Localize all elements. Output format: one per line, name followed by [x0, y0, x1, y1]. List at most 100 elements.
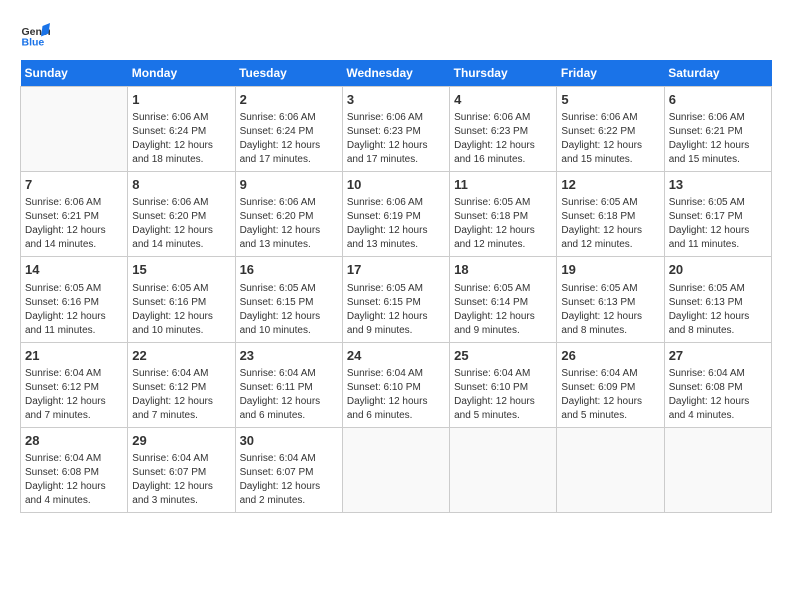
logo: General Blue: [20, 20, 50, 50]
day-number: 26: [561, 347, 659, 365]
calendar-cell: 21 Sunrise: 6:04 AM Sunset: 6:12 PM Dayli…: [21, 342, 128, 427]
day-number: 8: [132, 176, 230, 194]
calendar-cell: 12 Sunrise: 6:05 AM Sunset: 6:18 PM Dayli…: [557, 172, 664, 257]
day-number: 2: [240, 91, 338, 109]
day-number: 4: [454, 91, 552, 109]
calendar-cell: 20 Sunrise: 6:05 AM Sunset: 6:13 PM Dayli…: [664, 257, 771, 342]
day-number: 24: [347, 347, 445, 365]
day-number: 23: [240, 347, 338, 365]
day-info: Sunrise: 6:04 AM Sunset: 6:12 PM Dayligh…: [132, 367, 230, 423]
day-number: 10: [347, 176, 445, 194]
day-number: 19: [561, 261, 659, 279]
calendar-cell: 30Sunrise: 6:04 AM Sunset: 6:07 PM Dayli…: [235, 427, 342, 512]
calendar-cell: 6Sunrise: 6:06 AM Sunset: 6:21 PM Daylig…: [664, 87, 771, 172]
calendar-cell: 14Sunrise: 6:05 AM Sunset: 6:16 PM Dayli…: [21, 257, 128, 342]
day-number: 27: [669, 347, 767, 365]
calendar-cell: 28 Sunrise: 6:04 AM Sunset: 6:08 PM Dayli…: [21, 427, 128, 512]
calendar-week-row: 1 Sunrise: 6:06 AM Sunset: 6:24 PM Daylig…: [21, 87, 772, 172]
day-info: Sunrise: 6:05 AM Sunset: 6:18 PM Dayligh…: [561, 196, 659, 252]
day-info: Sunrise: 6:05 AM Sunset: 6:15 PM Dayligh…: [347, 282, 445, 338]
day-info: Sunrise: 6:04 AM Sunset: 6:07 PM Dayligh…: [132, 452, 230, 508]
day-number: 12: [561, 176, 659, 194]
day-number: 7: [25, 176, 123, 194]
day-number: 1: [132, 91, 230, 109]
day-number: 22: [132, 347, 230, 365]
calendar-week-row: 7Sunrise: 6:06 AM Sunset: 6:21 PM Daylig…: [21, 172, 772, 257]
day-number: 5: [561, 91, 659, 109]
day-info: Sunrise: 6:04 AM Sunset: 6:12 PM Dayligh…: [25, 367, 123, 423]
day-info: Sunrise: 6:06 AM Sunset: 6:24 PM Dayligh…: [132, 111, 230, 167]
calendar-cell: 26Sunrise: 6:04 AM Sunset: 6:09 PM Dayli…: [557, 342, 664, 427]
calendar-cell: 19 Sunrise: 6:05 AM Sunset: 6:13 PM Dayli…: [557, 257, 664, 342]
day-info: Sunrise: 6:06 AM Sunset: 6:21 PM Dayligh…: [669, 111, 767, 167]
calendar-cell: 10 Sunrise: 6:06 AM Sunset: 6:19 PM Dayli…: [342, 172, 449, 257]
day-info: Sunrise: 6:05 AM Sunset: 6:18 PM Dayligh…: [454, 196, 552, 252]
calendar-cell: 25Sunrise: 6:04 AM Sunset: 6:10 PM Dayli…: [450, 342, 557, 427]
column-header-saturday: Saturday: [664, 60, 771, 87]
calendar-cell: 4 Sunrise: 6:06 AM Sunset: 6:23 PM Daylig…: [450, 87, 557, 172]
calendar-cell: 5 Sunrise: 6:06 AM Sunset: 6:22 PM Daylig…: [557, 87, 664, 172]
day-number: 21: [25, 347, 123, 365]
calendar-cell: 2 Sunrise: 6:06 AM Sunset: 6:24 PM Daylig…: [235, 87, 342, 172]
day-info: Sunrise: 6:06 AM Sunset: 6:22 PM Dayligh…: [561, 111, 659, 167]
day-number: 14: [25, 261, 123, 279]
day-info: Sunrise: 6:04 AM Sunset: 6:10 PM Dayligh…: [347, 367, 445, 423]
day-info: Sunrise: 6:04 AM Sunset: 6:07 PM Dayligh…: [240, 452, 338, 508]
day-info: Sunrise: 6:05 AM Sunset: 6:13 PM Dayligh…: [669, 282, 767, 338]
day-info: Sunrise: 6:05 AM Sunset: 6:16 PM Dayligh…: [132, 282, 230, 338]
calendar-cell: [21, 87, 128, 172]
column-header-sunday: Sunday: [21, 60, 128, 87]
day-info: Sunrise: 6:06 AM Sunset: 6:23 PM Dayligh…: [454, 111, 552, 167]
column-header-monday: Monday: [128, 60, 235, 87]
day-info: Sunrise: 6:06 AM Sunset: 6:23 PM Dayligh…: [347, 111, 445, 167]
calendar-cell: 24 Sunrise: 6:04 AM Sunset: 6:10 PM Dayli…: [342, 342, 449, 427]
day-number: 20: [669, 261, 767, 279]
calendar-cell: 1 Sunrise: 6:06 AM Sunset: 6:24 PM Daylig…: [128, 87, 235, 172]
calendar-cell: [450, 427, 557, 512]
day-number: 18: [454, 261, 552, 279]
day-info: Sunrise: 6:04 AM Sunset: 6:08 PM Dayligh…: [669, 367, 767, 423]
column-header-friday: Friday: [557, 60, 664, 87]
day-number: 15: [132, 261, 230, 279]
day-info: Sunrise: 6:05 AM Sunset: 6:17 PM Dayligh…: [669, 196, 767, 252]
calendar-cell: 9 Sunrise: 6:06 AM Sunset: 6:20 PM Daylig…: [235, 172, 342, 257]
column-header-thursday: Thursday: [450, 60, 557, 87]
calendar-cell: 13 Sunrise: 6:05 AM Sunset: 6:17 PM Dayli…: [664, 172, 771, 257]
day-number: 13: [669, 176, 767, 194]
day-number: 29: [132, 432, 230, 450]
calendar-cell: 8 Sunrise: 6:06 AM Sunset: 6:20 PM Daylig…: [128, 172, 235, 257]
calendar-header-row: SundayMondayTuesdayWednesdayThursdayFrid…: [21, 60, 772, 87]
day-number: 17: [347, 261, 445, 279]
day-info: Sunrise: 6:06 AM Sunset: 6:24 PM Dayligh…: [240, 111, 338, 167]
column-header-tuesday: Tuesday: [235, 60, 342, 87]
calendar-cell: 11 Sunrise: 6:05 AM Sunset: 6:18 PM Dayli…: [450, 172, 557, 257]
day-number: 16: [240, 261, 338, 279]
svg-text:Blue: Blue: [22, 37, 45, 49]
day-info: Sunrise: 6:04 AM Sunset: 6:11 PM Dayligh…: [240, 367, 338, 423]
calendar-cell: 22 Sunrise: 6:04 AM Sunset: 6:12 PM Dayli…: [128, 342, 235, 427]
calendar-cell: 16Sunrise: 6:05 AM Sunset: 6:15 PM Dayli…: [235, 257, 342, 342]
calendar-table: SundayMondayTuesdayWednesdayThursdayFrid…: [20, 60, 772, 513]
day-number: 11: [454, 176, 552, 194]
day-info: Sunrise: 6:06 AM Sunset: 6:20 PM Dayligh…: [132, 196, 230, 252]
day-info: Sunrise: 6:05 AM Sunset: 6:14 PM Dayligh…: [454, 282, 552, 338]
column-header-wednesday: Wednesday: [342, 60, 449, 87]
day-number: 28: [25, 432, 123, 450]
calendar-cell: 29 Sunrise: 6:04 AM Sunset: 6:07 PM Dayli…: [128, 427, 235, 512]
calendar-week-row: 28 Sunrise: 6:04 AM Sunset: 6:08 PM Dayli…: [21, 427, 772, 512]
calendar-cell: 17 Sunrise: 6:05 AM Sunset: 6:15 PM Dayli…: [342, 257, 449, 342]
calendar-week-row: 14 Sunrise: 6:05 AM Sunset: 6:16 PM Dayli…: [21, 257, 772, 342]
day-info: Sunrise: 6:05 AM Sunset: 6:13 PM Dayligh…: [561, 282, 659, 338]
calendar-week-row: 21 Sunrise: 6:04 AM Sunset: 6:12 PM Dayli…: [21, 342, 772, 427]
day-number: 9: [240, 176, 338, 194]
day-info: Sunrise: 6:06 AM Sunset: 6:19 PM Dayligh…: [347, 196, 445, 252]
day-number: 25: [454, 347, 552, 365]
calendar-cell: [664, 427, 771, 512]
day-info: Sunrise: 6:06 AM Sunset: 6:20 PM Dayligh…: [240, 196, 338, 252]
day-info: Sunrise: 6:04 AM Sunset: 6:08 PM Dayligh…: [25, 452, 123, 508]
calendar-body: 1 Sunrise: 6:06 AM Sunset: 6:24 PM Daylig…: [21, 87, 772, 513]
logo-icon: General Blue: [20, 20, 50, 50]
calendar-cell: 3Sunrise: 6:06 AM Sunset: 6:23 PM Daylig…: [342, 87, 449, 172]
calendar-cell: [342, 427, 449, 512]
page-header: General Blue: [20, 20, 772, 50]
